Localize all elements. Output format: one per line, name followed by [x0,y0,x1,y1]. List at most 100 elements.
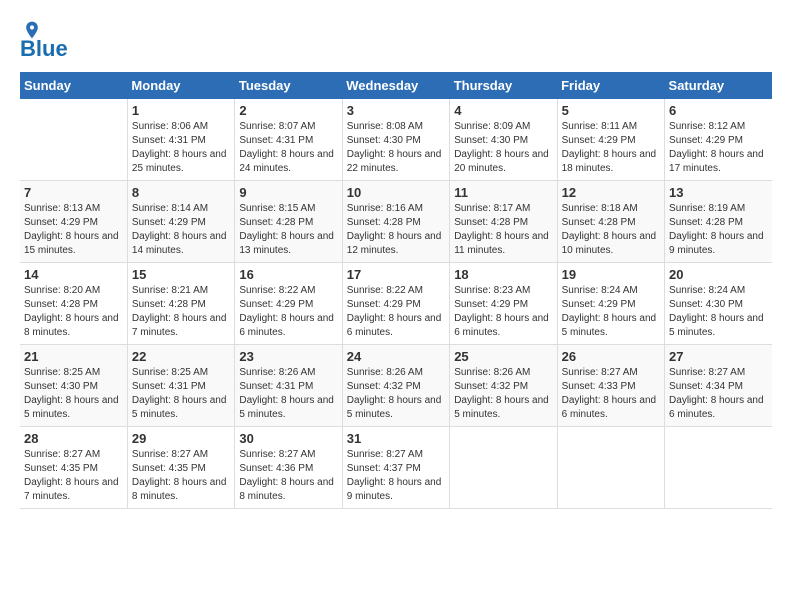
day-info: Sunrise: 8:21 AMSunset: 4:28 PMDaylight:… [132,284,230,340]
day-info: Sunrise: 8:27 AMSunset: 4:35 PMDaylight:… [132,448,230,504]
day-number: 4 [454,103,552,118]
col-header-monday: Monday [127,72,234,99]
day-info: Sunrise: 8:27 AMSunset: 4:35 PMDaylight:… [24,448,123,504]
col-header-friday: Friday [557,72,664,99]
day-info: Sunrise: 8:14 AMSunset: 4:29 PMDaylight:… [132,202,230,258]
day-cell: 16 Sunrise: 8:22 AMSunset: 4:29 PMDayligh… [235,263,342,345]
day-cell: 21Sunrise: 8:25 AMSunset: 4:30 PMDayligh… [20,345,127,427]
day-cell: 26 Sunrise: 8:27 AMSunset: 4:33 PMDayligh… [557,345,664,427]
day-number: 19 [562,267,660,282]
day-info: Sunrise: 8:15 AMSunset: 4:28 PMDaylight:… [239,202,337,258]
day-number: 27 [669,349,768,364]
day-cell: 15 Sunrise: 8:21 AMSunset: 4:28 PMDayligh… [127,263,234,345]
day-number: 16 [239,267,337,282]
day-info: Sunrise: 8:22 AMSunset: 4:29 PMDaylight:… [239,284,337,340]
day-cell: 7 Sunrise: 8:13 AMSunset: 4:29 PMDaylight… [20,181,127,263]
day-cell [557,427,664,509]
day-number: 5 [562,103,660,118]
day-number: 7 [24,185,123,200]
day-info: Sunrise: 8:07 AMSunset: 4:31 PMDaylight:… [239,120,337,176]
day-cell: 4 Sunrise: 8:09 AMSunset: 4:30 PMDaylight… [450,99,557,181]
day-info: Sunrise: 8:11 AMSunset: 4:29 PMDaylight:… [562,120,660,176]
day-cell [665,427,772,509]
day-cell: 13Sunrise: 8:19 AMSunset: 4:28 PMDayligh… [665,181,772,263]
day-cell: 12 Sunrise: 8:18 AMSunset: 4:28 PMDayligh… [557,181,664,263]
day-cell: 25Sunrise: 8:26 AMSunset: 4:32 PMDayligh… [450,345,557,427]
day-number: 8 [132,185,230,200]
logo-blue: Blue [20,36,68,62]
day-cell: 23Sunrise: 8:26 AMSunset: 4:31 PMDayligh… [235,345,342,427]
day-number: 28 [24,431,123,446]
day-cell: 2 Sunrise: 8:07 AMSunset: 4:31 PMDaylight… [235,99,342,181]
day-number: 17 [347,267,445,282]
day-number: 14 [24,267,123,282]
day-number: 18 [454,267,552,282]
day-info: Sunrise: 8:26 AMSunset: 4:32 PMDaylight:… [347,366,445,422]
day-number: 20 [669,267,768,282]
week-row-1: 1Sunrise: 8:06 AMSunset: 4:31 PMDaylight… [20,99,772,181]
day-info: Sunrise: 8:12 AMSunset: 4:29 PMDaylight:… [669,120,768,176]
day-cell: 31 Sunrise: 8:27 AMSunset: 4:37 PMDayligh… [342,427,449,509]
day-cell: 6Sunrise: 8:12 AMSunset: 4:29 PMDaylight… [665,99,772,181]
day-info: Sunrise: 8:27 AMSunset: 4:37 PMDaylight:… [347,448,445,504]
week-row-4: 21Sunrise: 8:25 AMSunset: 4:30 PMDayligh… [20,345,772,427]
day-info: Sunrise: 8:24 AMSunset: 4:30 PMDaylight:… [669,284,768,340]
day-cell: 5 Sunrise: 8:11 AMSunset: 4:29 PMDaylight… [557,99,664,181]
day-cell: 29Sunrise: 8:27 AMSunset: 4:35 PMDayligh… [127,427,234,509]
day-info: Sunrise: 8:06 AMSunset: 4:31 PMDaylight:… [132,120,230,176]
day-info: Sunrise: 8:26 AMSunset: 4:32 PMDaylight:… [454,366,552,422]
day-number: 24 [347,349,445,364]
day-info: Sunrise: 8:16 AMSunset: 4:28 PMDaylight:… [347,202,445,258]
day-cell: 11 Sunrise: 8:17 AMSunset: 4:28 PMDayligh… [450,181,557,263]
day-info: Sunrise: 8:09 AMSunset: 4:30 PMDaylight:… [454,120,552,176]
day-number: 11 [454,185,552,200]
day-cell [450,427,557,509]
col-header-wednesday: Wednesday [342,72,449,99]
day-cell: 1Sunrise: 8:06 AMSunset: 4:31 PMDaylight… [127,99,234,181]
day-number: 30 [239,431,337,446]
day-cell: 8 Sunrise: 8:14 AMSunset: 4:29 PMDaylight… [127,181,234,263]
day-cell: 3 Sunrise: 8:08 AMSunset: 4:30 PMDaylight… [342,99,449,181]
day-number: 3 [347,103,445,118]
day-number: 2 [239,103,337,118]
day-cell: 9 Sunrise: 8:15 AMSunset: 4:28 PMDaylight… [235,181,342,263]
calendar-table: SundayMondayTuesdayWednesdayThursdayFrid… [20,72,772,509]
week-row-5: 28 Sunrise: 8:27 AMSunset: 4:35 PMDayligh… [20,427,772,509]
day-info: Sunrise: 8:25 AMSunset: 4:31 PMDaylight:… [132,366,230,422]
day-number: 26 [562,349,660,364]
day-number: 9 [239,185,337,200]
week-row-2: 7 Sunrise: 8:13 AMSunset: 4:29 PMDaylight… [20,181,772,263]
day-number: 15 [132,267,230,282]
day-info: Sunrise: 8:24 AMSunset: 4:29 PMDaylight:… [562,284,660,340]
day-cell: 18 Sunrise: 8:23 AMSunset: 4:29 PMDayligh… [450,263,557,345]
day-cell [20,99,127,181]
day-number: 22 [132,349,230,364]
day-info: Sunrise: 8:18 AMSunset: 4:28 PMDaylight:… [562,202,660,258]
col-header-tuesday: Tuesday [235,72,342,99]
day-number: 12 [562,185,660,200]
day-info: Sunrise: 8:26 AMSunset: 4:31 PMDaylight:… [239,366,337,422]
logo: Blue [20,20,68,62]
col-header-saturday: Saturday [665,72,772,99]
day-cell: 19 Sunrise: 8:24 AMSunset: 4:29 PMDayligh… [557,263,664,345]
day-info: Sunrise: 8:19 AMSunset: 4:28 PMDaylight:… [669,202,768,258]
week-row-3: 14Sunrise: 8:20 AMSunset: 4:28 PMDayligh… [20,263,772,345]
day-info: Sunrise: 8:22 AMSunset: 4:29 PMDaylight:… [347,284,445,340]
day-cell: 24 Sunrise: 8:26 AMSunset: 4:32 PMDayligh… [342,345,449,427]
day-info: Sunrise: 8:23 AMSunset: 4:29 PMDaylight:… [454,284,552,340]
day-number: 31 [347,431,445,446]
day-info: Sunrise: 8:08 AMSunset: 4:30 PMDaylight:… [347,120,445,176]
day-cell: 22 Sunrise: 8:25 AMSunset: 4:31 PMDayligh… [127,345,234,427]
day-info: Sunrise: 8:13 AMSunset: 4:29 PMDaylight:… [24,202,123,258]
day-info: Sunrise: 8:17 AMSunset: 4:28 PMDaylight:… [454,202,552,258]
col-header-sunday: Sunday [20,72,127,99]
day-cell: 17 Sunrise: 8:22 AMSunset: 4:29 PMDayligh… [342,263,449,345]
day-info: Sunrise: 8:27 AMSunset: 4:33 PMDaylight:… [562,366,660,422]
header: Blue [20,20,772,62]
day-info: Sunrise: 8:27 AMSunset: 4:34 PMDaylight:… [669,366,768,422]
day-number: 21 [24,349,123,364]
day-cell: 14Sunrise: 8:20 AMSunset: 4:28 PMDayligh… [20,263,127,345]
day-cell: 20 Sunrise: 8:24 AMSunset: 4:30 PMDayligh… [665,263,772,345]
day-cell: 30Sunrise: 8:27 AMSunset: 4:36 PMDayligh… [235,427,342,509]
day-cell: 10Sunrise: 8:16 AMSunset: 4:28 PMDayligh… [342,181,449,263]
